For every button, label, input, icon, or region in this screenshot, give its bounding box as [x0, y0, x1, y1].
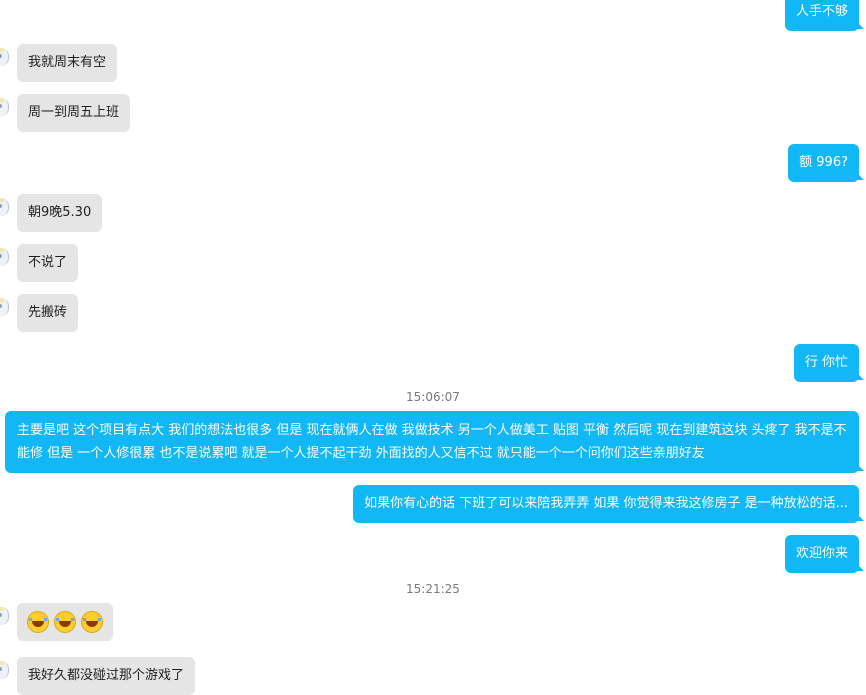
- avatar[interactable]: [0, 248, 9, 266]
- avatar[interactable]: [0, 298, 9, 316]
- message-sent[interactable]: 行 你忙: [793, 344, 864, 382]
- laughing-crying-emoji-icon: [27, 610, 49, 633]
- timestamp: 15:21:25: [406, 582, 460, 596]
- avatar[interactable]: [0, 48, 9, 66]
- message-bubble[interactable]: 先搬砖: [17, 294, 79, 332]
- message-bubble[interactable]: [17, 603, 113, 641]
- bubble-tail: [856, 463, 864, 471]
- avatar[interactable]: [0, 198, 9, 216]
- message-received[interactable]: 不说了: [0, 244, 79, 282]
- message-bubble[interactable]: 我好久都没碰过那个游戏了: [17, 657, 196, 695]
- message-bubble[interactable]: 额 996?: [788, 144, 859, 182]
- bubble-tail: [856, 172, 864, 180]
- message-bubble[interactable]: 人手不够: [784, 0, 859, 31]
- message-received[interactable]: 朝9晚5.30: [0, 194, 103, 232]
- laughing-crying-emoji-icon: [81, 610, 103, 633]
- message-bubble[interactable]: 周一到周五上班: [17, 94, 131, 132]
- message-bubble[interactable]: 行 你忙: [793, 344, 859, 382]
- message-received[interactable]: 先搬砖: [0, 294, 79, 332]
- message-sent[interactable]: 人手不够: [784, 0, 864, 31]
- avatar[interactable]: [0, 98, 9, 116]
- bubble-tail: [856, 21, 864, 29]
- message-sent[interactable]: 主要是吧 这个项目有点大 我们的想法也很多 但是 现在就俩人在做 我做技术 另一…: [5, 411, 864, 473]
- message-bubble[interactable]: 欢迎你来: [784, 535, 859, 573]
- message-sent[interactable]: 如果你有心的话 下班了可以来陪我弄弄 如果 你觉得来我这修房子 是一种放松的话.…: [353, 485, 864, 523]
- message-received[interactable]: 周一到周五上班: [0, 94, 131, 132]
- timestamp: 15:06:07: [406, 390, 460, 404]
- message-sent[interactable]: 额 996?: [788, 144, 864, 182]
- message-bubble[interactable]: 朝9晚5.30: [17, 194, 103, 232]
- message-bubble[interactable]: 不说了: [17, 244, 79, 282]
- bubble-tail: [856, 563, 864, 571]
- bubble-tail: [856, 372, 864, 380]
- avatar[interactable]: [0, 607, 9, 625]
- message-received[interactable]: [0, 603, 113, 641]
- message-sent[interactable]: 欢迎你来: [784, 535, 864, 573]
- message-bubble[interactable]: 我就周末有空: [17, 44, 118, 82]
- message-received[interactable]: 我就周末有空: [0, 44, 118, 82]
- message-bubble[interactable]: 主要是吧 这个项目有点大 我们的想法也很多 但是 现在就俩人在做 我做技术 另一…: [5, 411, 859, 473]
- laughing-crying-emoji-icon: [54, 610, 76, 633]
- message-bubble[interactable]: 如果你有心的话 下班了可以来陪我弄弄 如果 你觉得来我这修房子 是一种放松的话.…: [353, 485, 859, 523]
- bubble-tail: [856, 513, 864, 521]
- avatar[interactable]: [0, 661, 9, 679]
- message-received[interactable]: 我好久都没碰过那个游戏了: [0, 657, 196, 695]
